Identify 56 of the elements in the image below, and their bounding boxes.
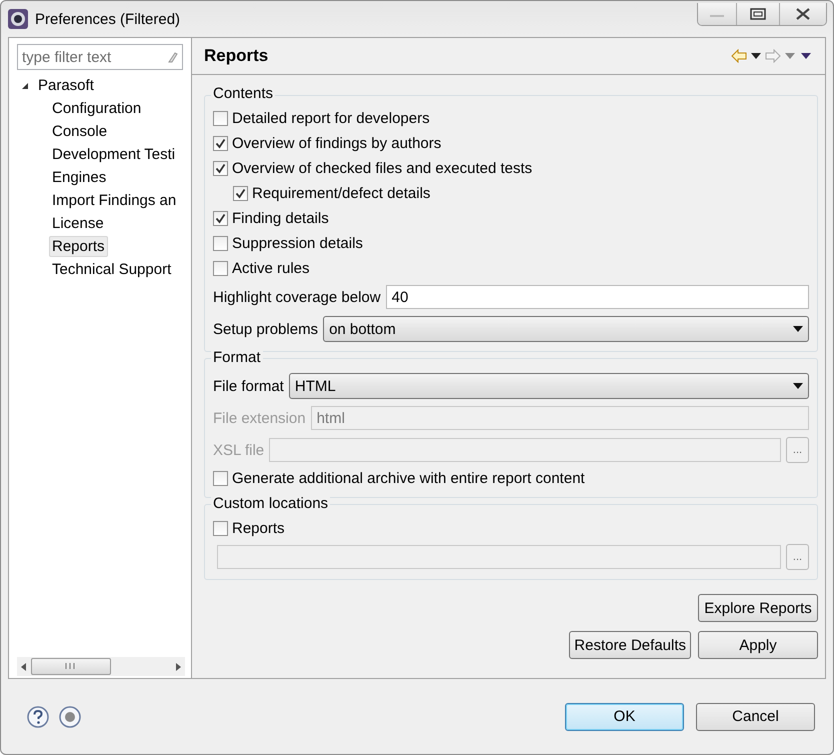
field-label: Highlight coverage below (213, 288, 381, 306)
field-label: XSL file (213, 442, 264, 458)
help-icon[interactable] (27, 706, 49, 728)
checkbox[interactable] (213, 211, 228, 226)
tree-item[interactable]: License (49, 213, 107, 234)
checkbox-label[interactable]: Suppression details (232, 235, 363, 252)
page-title: Reports (204, 46, 268, 66)
checkbox-label[interactable]: Generate additional archive with entire report content (232, 470, 585, 487)
checkbox-label[interactable]: Detailed report for developers (232, 110, 430, 127)
checkbox[interactable] (233, 186, 248, 201)
caret-icon[interactable] (751, 53, 761, 59)
checkbox-label[interactable]: Overview of findings by authors (232, 135, 442, 152)
tree-item[interactable]: Parasoft (35, 75, 97, 96)
menu-icon[interactable] (799, 53, 813, 59)
close-icon[interactable] (795, 8, 811, 20)
checkbox[interactable] (213, 261, 228, 276)
caret-icon (793, 383, 803, 389)
checkbox[interactable] (213, 161, 228, 176)
dialog-button[interactable]: OK (565, 702, 684, 730)
tree-item[interactable]: Technical Support (49, 259, 174, 280)
checkbox[interactable] (213, 236, 228, 251)
field-label: File extension (213, 410, 306, 426)
checkbox-label[interactable]: Requirement/defect details (252, 185, 430, 202)
app-icon (7, 8, 29, 30)
field-label: Setup problems (213, 320, 318, 338)
field-label: File format (213, 378, 284, 394)
tree-item[interactable]: Engines (49, 167, 110, 188)
tree-item[interactable]: Development Testi (49, 144, 178, 165)
restore-defaults-button[interactable]: Restore Defaults (569, 631, 691, 659)
window-title: Preferences (Filtered) (35, 10, 182, 28)
checkbox-label[interactable]: Active rules (232, 260, 310, 277)
filter-field[interactable]: type filter text (17, 44, 183, 70)
checkbox[interactable] (213, 471, 228, 486)
tree-item[interactable]: Reports (49, 236, 108, 257)
tree-item[interactable]: Import Findings an (49, 190, 180, 211)
dropdown[interactable]: on bottom (323, 316, 809, 342)
horizontal-scrollbar[interactable] (17, 657, 185, 676)
close-button[interactable] (779, 3, 826, 25)
explore-reports-button[interactable]: Explore Reports (698, 594, 818, 622)
checkbox[interactable] (213, 136, 228, 151)
checkbox[interactable] (213, 111, 228, 126)
record-icon[interactable] (59, 706, 81, 728)
eraser-icon[interactable] (166, 51, 178, 63)
input-field[interactable]: 40 (386, 285, 809, 309)
tree-item[interactable]: Configuration (49, 98, 144, 119)
maximize-icon[interactable] (750, 8, 766, 20)
dropdown[interactable]: HTML (288, 373, 809, 399)
checkbox-label[interactable]: Finding details (232, 210, 329, 227)
dialog-button[interactable]: Cancel (696, 702, 815, 730)
scroll-thumb[interactable] (31, 658, 111, 675)
caret-icon (793, 326, 803, 332)
maximize-button[interactable] (736, 3, 779, 25)
tree-item[interactable]: Console (49, 121, 110, 142)
checkbox-label[interactable]: Overview of checked files and executed tests (232, 160, 532, 177)
input-field[interactable] (269, 438, 781, 462)
apply-button[interactable]: Apply (698, 631, 818, 659)
